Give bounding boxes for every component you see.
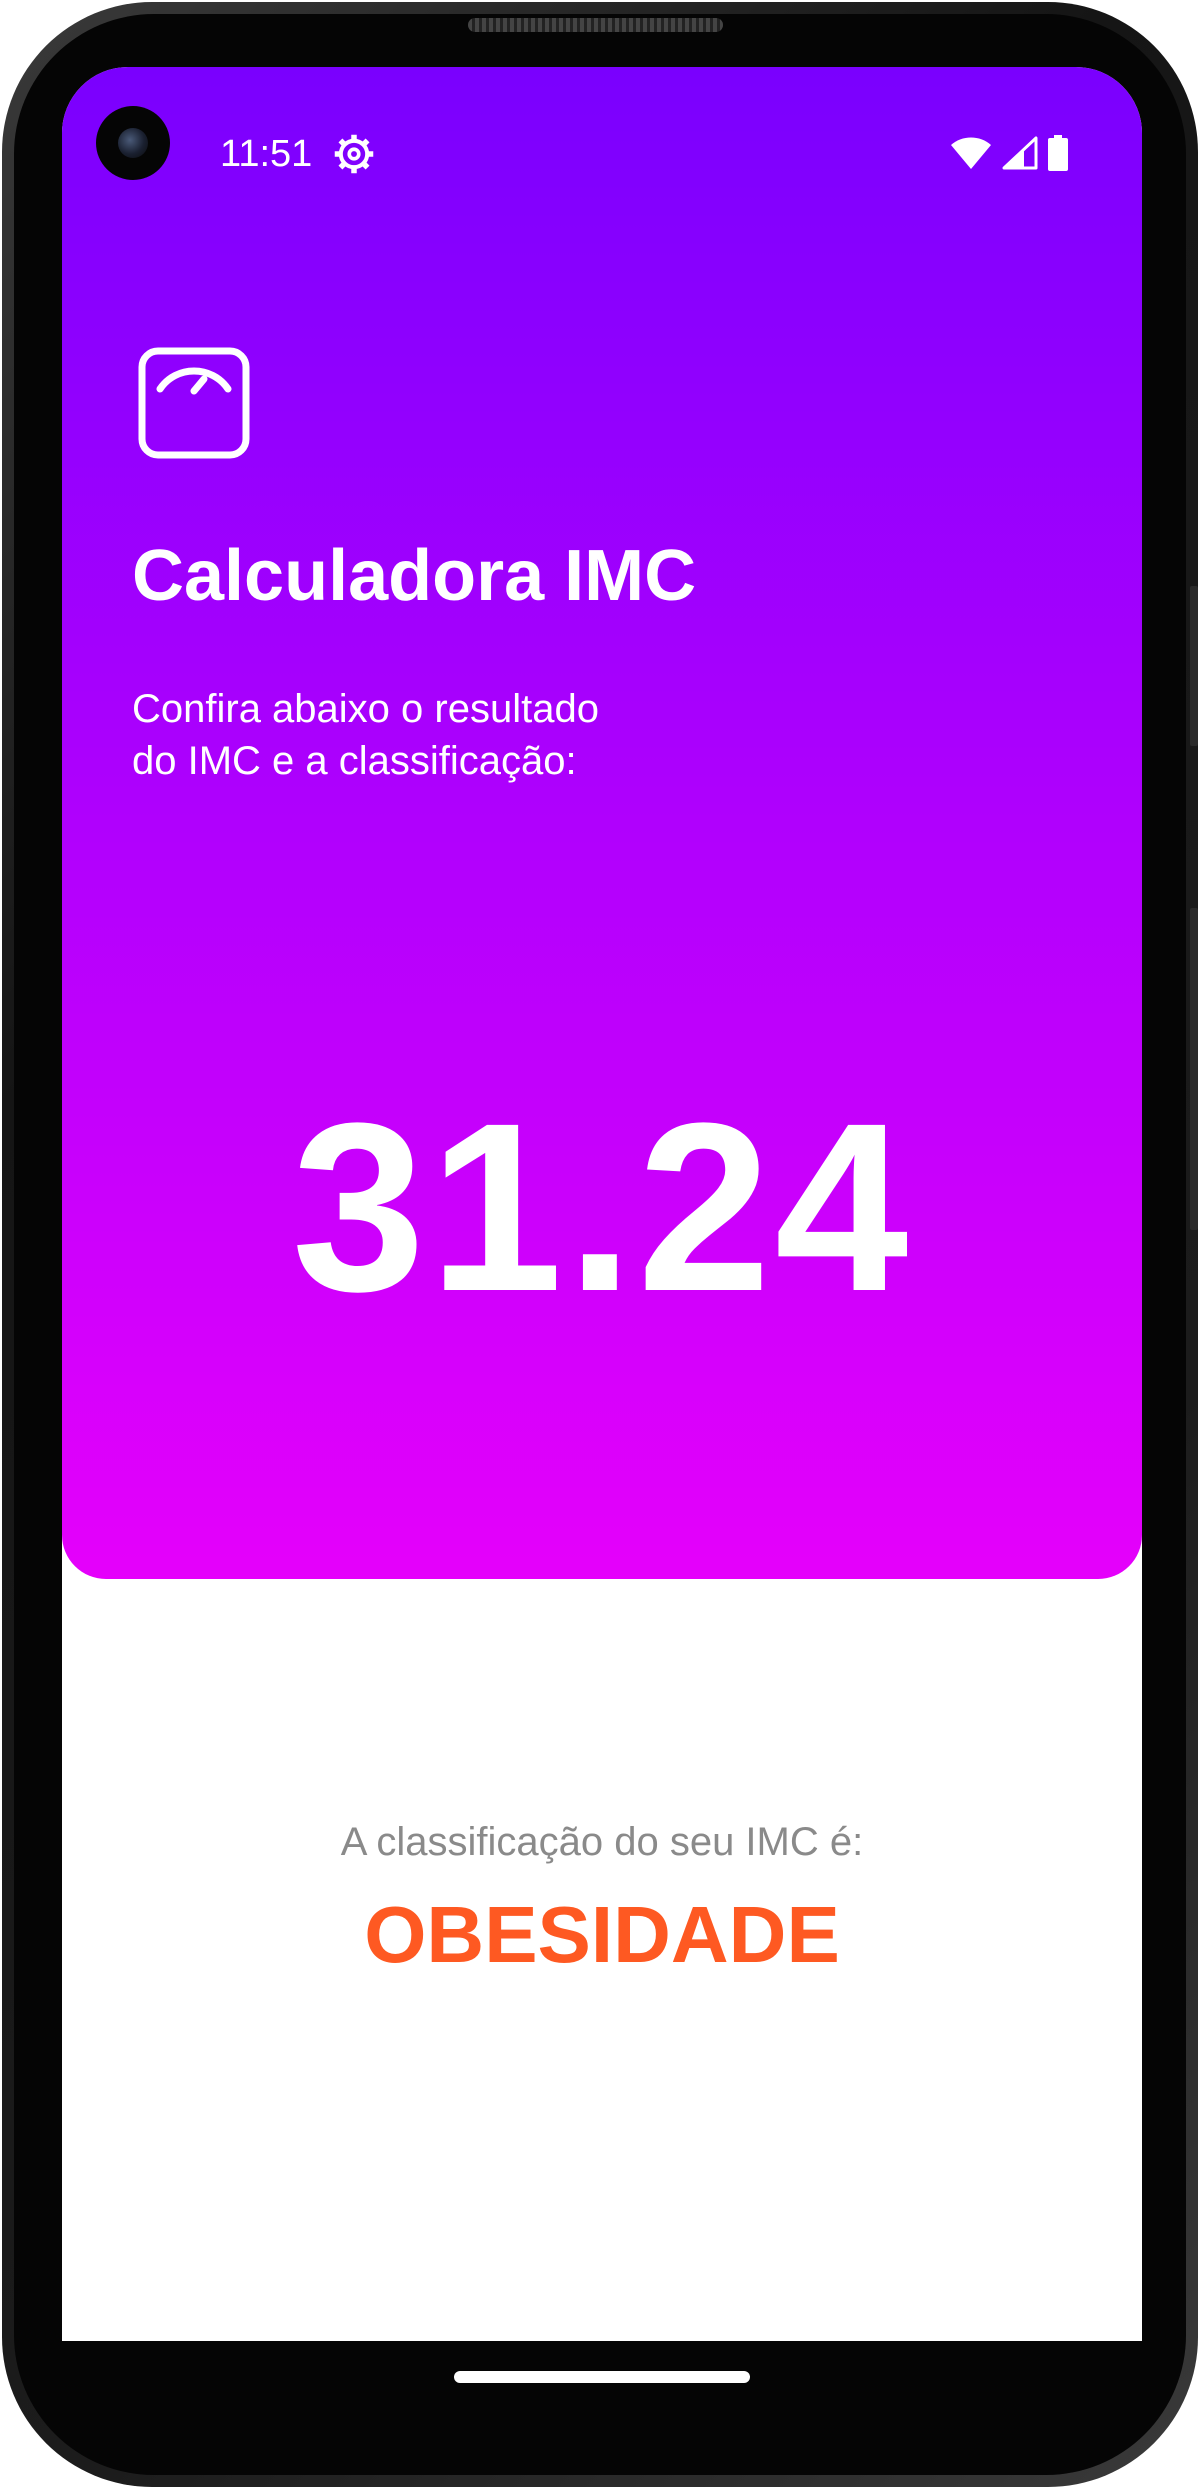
page-title: Calculadora IMC [132, 536, 697, 616]
result-header-card: 11:51 Calculadora IMC Confira abaixo o r… [62, 67, 1142, 1579]
home-indicator[interactable] [454, 2371, 750, 2383]
power-button [1190, 908, 1198, 1230]
screen: 11:51 Calculadora IMC Confira abaixo o r… [62, 67, 1142, 2341]
gesture-nav-bar [62, 2341, 1142, 2421]
subtitle-line-2: do IMC e a classificação: [132, 739, 577, 783]
status-bar: 11:51 [62, 67, 1142, 207]
subtitle-line-1: Confira abaixo o resultado [132, 687, 599, 731]
camera-lens [118, 128, 148, 158]
classification-label: A classificação do seu IMC é: [340, 1820, 864, 1864]
earpiece-speaker [468, 18, 723, 32]
classification-value: OBESIDADE [364, 1890, 840, 1979]
battery-icon [1048, 135, 1068, 171]
gear-icon [334, 134, 374, 174]
status-icons [950, 133, 1068, 173]
page-subtitle: Confira abaixo o resultado do IMC e a cl… [132, 683, 732, 787]
status-time: 11:51 [220, 133, 313, 175]
front-camera [96, 106, 170, 180]
scale-icon [138, 347, 250, 459]
imc-value: 31.24 [291, 1073, 913, 1341]
volume-button [1190, 586, 1198, 746]
signal-icon [1002, 136, 1038, 170]
wifi-icon [951, 137, 991, 169]
